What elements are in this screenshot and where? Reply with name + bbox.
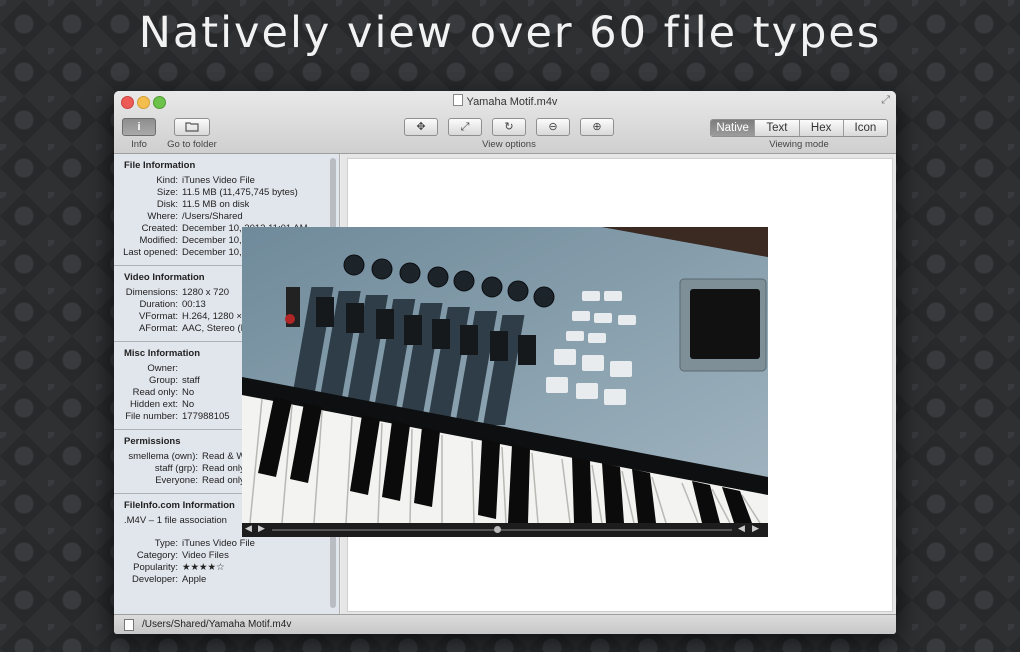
info-key: Owner: [147, 363, 178, 374]
section-title: File Information [124, 160, 196, 171]
move-button[interactable]: ✥ [404, 118, 438, 136]
info-key: Group: [148, 375, 178, 386]
info-key: Dimensions: [125, 287, 178, 298]
video-controls: ◀ ▶ ◀ ▶ [242, 523, 768, 537]
info-key: Modified: [139, 235, 178, 246]
headline: Natively view over 60 file types [138, 8, 882, 58]
info-value: 1280 x 720 [182, 287, 230, 298]
info-value: ★★★★☆ [182, 562, 225, 573]
info-value: staff [182, 375, 200, 386]
window-title-text: Yamaha Motif.m4v [466, 96, 558, 108]
info-value: 11.5 MB on disk [182, 199, 250, 210]
info-row: Size: 11.5 MB (11,475,745 bytes) [114, 187, 339, 199]
mode-hex[interactable]: Hex [798, 120, 843, 136]
view-options-label: View options [482, 139, 536, 150]
info-row: Where: /Users/Shared [114, 211, 339, 223]
info-value: Apple [182, 574, 207, 585]
info-key: VFormat: [138, 311, 178, 322]
volume-icon[interactable]: ◀ [245, 523, 252, 534]
info-key: Last opened: [123, 247, 178, 258]
info-key: Where: [147, 211, 178, 222]
zoom-in-button[interactable]: ⊕ [580, 118, 614, 136]
info-key: Type: [154, 538, 178, 549]
go-to-folder-button[interactable] [174, 118, 210, 136]
info-value: 177988105 [182, 411, 230, 422]
info-key: Created: [141, 223, 178, 234]
info-key: File number: [125, 411, 178, 422]
info-key: Developer: [132, 574, 178, 585]
play-icon[interactable]: ▶ [258, 523, 265, 534]
info-label: Info [131, 139, 147, 150]
info-value: Read only [202, 475, 245, 486]
viewing-mode-label: Viewing mode [769, 139, 829, 150]
go-to-folder-label: Go to folder [167, 139, 217, 150]
viewing-mode-control[interactable]: Native Text Hex Icon [710, 119, 888, 137]
info-row: Developer: Apple [114, 574, 339, 586]
video-frame[interactable] [242, 227, 768, 523]
zoom-out-icon: ⊖ [548, 121, 558, 133]
file-path: /Users/Shared/Yamaha Motif.m4v [142, 619, 292, 630]
mode-icon[interactable]: Icon [842, 120, 887, 136]
zoom-in-icon: ⊕ [592, 121, 602, 133]
info-value: Video Files [182, 550, 229, 561]
rotate-icon: ↻ [504, 121, 514, 133]
info-key: Read only: [132, 387, 178, 398]
info-key: Size: [156, 187, 178, 198]
document-icon [452, 94, 463, 106]
info-value: 00:13 [182, 299, 206, 310]
progress-knob[interactable] [494, 526, 502, 533]
info-key: smellema (own): [128, 451, 198, 462]
mode-text[interactable]: Text [754, 120, 799, 136]
fullscreen-icon[interactable]: ⤢ [881, 94, 890, 107]
info-row: Disk: 11.5 MB on disk [114, 199, 339, 211]
info-value: /Users/Shared [182, 211, 243, 222]
window-title: Yamaha Motif.m4v [114, 94, 896, 108]
progress-track[interactable] [272, 529, 732, 531]
rewind-icon[interactable]: ◀ [738, 523, 745, 534]
info-key: AFormat: [138, 323, 178, 334]
fit-button[interactable]: ⤢ [448, 118, 482, 136]
info-value: No [182, 399, 195, 410]
info-key: Everyone: [155, 475, 198, 486]
info-value: No [182, 387, 195, 398]
keyboard-image [242, 227, 768, 523]
forward-icon[interactable]: ▶ [752, 523, 759, 534]
rotate-button[interactable]: ↻ [492, 118, 526, 136]
info-button[interactable]: i [122, 118, 156, 136]
info-value: 11.5 MB (11,475,745 bytes) [182, 187, 298, 198]
info-value: iTunes Video File [182, 175, 255, 186]
info-row: Type: iTunes Video File [114, 538, 339, 550]
info-key: Category: [136, 550, 178, 561]
info-key: Duration: [139, 299, 178, 310]
move-icon: ✥ [416, 121, 426, 133]
info-key: Popularity: [133, 562, 178, 573]
mode-native[interactable]: Native [711, 120, 755, 136]
info-row: Category: Video Files [114, 550, 339, 562]
info-row: Kind: iTunes Video File [114, 175, 339, 187]
info-key: Hidden ext: [129, 399, 178, 410]
info-value: Read only [202, 463, 245, 474]
zoom-out-button[interactable]: ⊖ [536, 118, 570, 136]
status-bar: /Users/Shared/Yamaha Motif.m4v [114, 614, 896, 634]
folder-icon [185, 122, 199, 132]
info-value: iTunes Video File [182, 538, 255, 549]
info-icon: i [137, 121, 141, 133]
titlebar: Yamaha Motif.m4v ⤢ i Info Go to folder ✥… [114, 91, 896, 154]
info-key: staff (grp): [154, 463, 198, 474]
info-key: Kind: [156, 175, 178, 186]
info-key: Disk: [156, 199, 178, 210]
info-row: Popularity: ★★★★☆ [114, 562, 339, 574]
file-path-icon [124, 619, 134, 631]
expand-icon: ⤢ [460, 121, 470, 133]
